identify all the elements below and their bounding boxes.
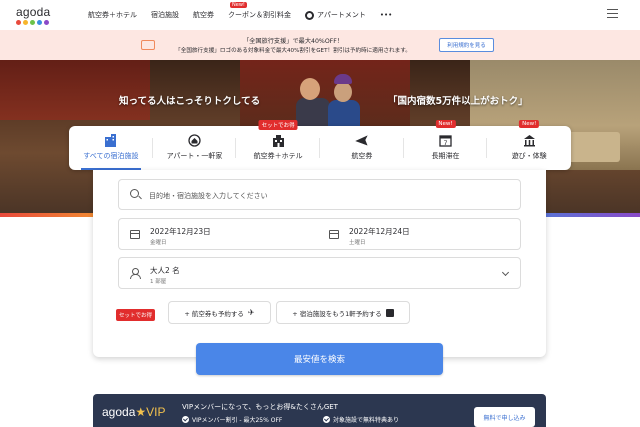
vip-star-text: ★VIP: [135, 405, 166, 419]
logo-dot: [30, 20, 35, 25]
vip-benefit: VIPメンバー割引 - 最大25% OFF: [182, 415, 282, 424]
building-icon: [104, 134, 118, 147]
logo-dot: [37, 20, 42, 25]
vip-signup-button[interactable]: 無料で申し込み: [474, 407, 535, 427]
logo-dots: [16, 20, 50, 25]
hero-people-illustration: [294, 68, 370, 128]
tab-long-stay[interactable]: New! 7 長期滞在: [404, 120, 488, 170]
nav-item-flights[interactable]: 航空券: [193, 10, 214, 20]
guests-selector[interactable]: 大人2 名 1 部屋: [118, 257, 521, 289]
banner-subtext: 「全国旅行支援」ロゴのある対象料金で最大40%割引をGET！割引は予約時に適用さ…: [175, 48, 411, 54]
checkout-day: 土曜日: [349, 240, 366, 246]
banner-headline: 「全国旅行支援」で最大40%OFF！: [243, 38, 343, 45]
activity-icon: [522, 134, 536, 147]
new-badge: New!: [230, 2, 247, 8]
check-icon: [182, 416, 189, 423]
guests-count: 大人2 名: [150, 266, 180, 275]
add-hotel-label: + 宿泊施設をもう1軒予約する: [292, 309, 382, 318]
logo-dot: [44, 20, 49, 25]
tab-label: 航空券: [351, 152, 373, 160]
search-tabs: すべての宿泊施設 アパート・一軒家 セットでお得 航空券＋ホテル 航空券 New…: [69, 120, 571, 170]
tab-label: アパート・一軒家: [166, 152, 223, 160]
tab-label: 長期滞在: [431, 152, 460, 160]
logo-text: agoda: [16, 5, 51, 19]
add-hotel-button[interactable]: + 宿泊施設をもう1軒予約する: [276, 301, 410, 324]
vip-logo-text: agoda: [102, 405, 136, 419]
hero-bg-shape: [0, 60, 150, 120]
calendar-icon: [329, 230, 339, 239]
svg-text:7: 7: [444, 140, 448, 147]
checkin-day: 金曜日: [150, 240, 167, 246]
globe-icon: [305, 10, 314, 20]
vip-benefit-text: VIPメンバー割引 - 最大25% OFF: [192, 417, 283, 424]
nav-item-accommodation[interactable]: 宿泊施設: [151, 10, 179, 20]
flight-hotel-icon: [271, 134, 285, 147]
tab-all-accommodation[interactable]: すべての宿泊施設: [69, 126, 153, 170]
tab-activities[interactable]: New! 遊び・体験: [487, 120, 571, 170]
hero-right-text: 「国内宿数5万件以上がおトク」: [388, 96, 528, 107]
promo-banner: 「全国旅行支援」で最大40%OFF！ 「全国旅行支援」ロゴのある対象料金で最大4…: [0, 30, 640, 60]
new-badge: New!: [435, 120, 456, 128]
check-icon: [323, 416, 330, 423]
house-icon: [188, 134, 202, 147]
plane-icon: ✈: [247, 308, 255, 317]
new-badge: New!: [519, 120, 540, 128]
checkout-date-field[interactable]: 2022年12月24日 土曜日: [318, 218, 521, 250]
calendar-icon: [130, 230, 140, 239]
nav-more-button[interactable]: •••: [380, 11, 392, 19]
checkin-date-field[interactable]: 2022年12月23日 金曜日: [118, 218, 321, 250]
set-deal-badge: セットでお得: [116, 309, 156, 321]
add-flight-label: + 航空券も予約する: [184, 309, 244, 318]
search-icon: [130, 189, 139, 198]
search-card: 目的地・宿泊施設を入力してください 2022年12月23日 金曜日 2022年1…: [93, 170, 546, 357]
chevron-down-icon: [501, 268, 510, 277]
calendar-icon: 7: [439, 134, 453, 147]
nav-item-coupons[interactable]: New! クーポン＆割引料金: [228, 2, 291, 20]
top-nav: agoda 航空券＋ホテル 宿泊施設 航空券 New! クーポン＆割引料金 アパ…: [0, 0, 640, 30]
agoda-logo[interactable]: agoda: [16, 5, 50, 25]
logo-dot: [16, 20, 21, 25]
more-icon: •••: [379, 11, 393, 19]
nav-item-label: 宿泊施設: [151, 11, 179, 19]
vip-banner: agoda★VIP VIPメンバーになって、もっとお得&たくさんGET VIPメ…: [93, 394, 546, 427]
tab-label: すべての宿泊施設: [83, 152, 139, 160]
tab-apartments[interactable]: アパート・一軒家: [153, 126, 237, 170]
guests-icon: [130, 268, 141, 279]
nav-item-apartments[interactable]: アパートメント: [305, 10, 366, 20]
hero-left-text: 知ってる人はこっそりトクしてる: [119, 96, 261, 107]
nav-item-flight-hotel[interactable]: 航空券＋ホテル: [88, 10, 137, 20]
nav-item-label: 航空券: [193, 11, 214, 19]
nav-items: 航空券＋ホテル 宿泊施設 航空券 New! クーポン＆割引料金 アパートメント …: [88, 0, 406, 30]
vip-title: VIPメンバーになって、もっとお得&たくさんGET: [182, 403, 338, 411]
destination-search-input[interactable]: 目的地・宿泊施設を入力してください: [118, 179, 521, 210]
page: agoda 航空券＋ホテル 宿泊施設 航空券 New! クーポン＆割引料金 アパ…: [0, 0, 640, 427]
tab-label: 航空券＋ホテル: [253, 152, 303, 160]
set-deal-badge: セットでお得: [258, 120, 298, 130]
nav-item-label: 航空券＋ホテル: [88, 11, 137, 19]
nav-item-label: アパートメント: [317, 11, 366, 19]
hamburger-icon[interactable]: [607, 9, 618, 19]
add-flight-button[interactable]: + 航空券も予約する ✈: [168, 301, 271, 324]
nav-item-label: クーポン＆割引料金: [228, 11, 291, 19]
vip-benefit-text: 対象施設で無料特典あり: [333, 417, 400, 424]
search-placeholder: 目的地・宿泊施設を入力してください: [149, 192, 268, 200]
search-button[interactable]: 最安値を検索: [196, 343, 443, 375]
agoda-vip-logo: agoda★VIP: [102, 405, 165, 419]
rooms-count: 1 部屋: [150, 279, 167, 285]
checkout-date: 2022年12月24日: [349, 227, 410, 236]
tab-flight-hotel[interactable]: セットでお得 航空券＋ホテル: [236, 120, 321, 170]
checkin-date: 2022年12月23日: [150, 227, 211, 236]
tab-flights[interactable]: 航空券: [320, 126, 404, 170]
vip-benefit: 対象施設で無料特典あり: [323, 415, 399, 424]
tab-label: 遊び・体験: [511, 152, 547, 160]
plane-icon: [355, 134, 369, 147]
terms-button[interactable]: 利用規約を見る: [439, 38, 494, 52]
hotel-icon: [385, 308, 394, 317]
ticket-icon: [141, 40, 155, 50]
logo-dot: [23, 20, 28, 25]
